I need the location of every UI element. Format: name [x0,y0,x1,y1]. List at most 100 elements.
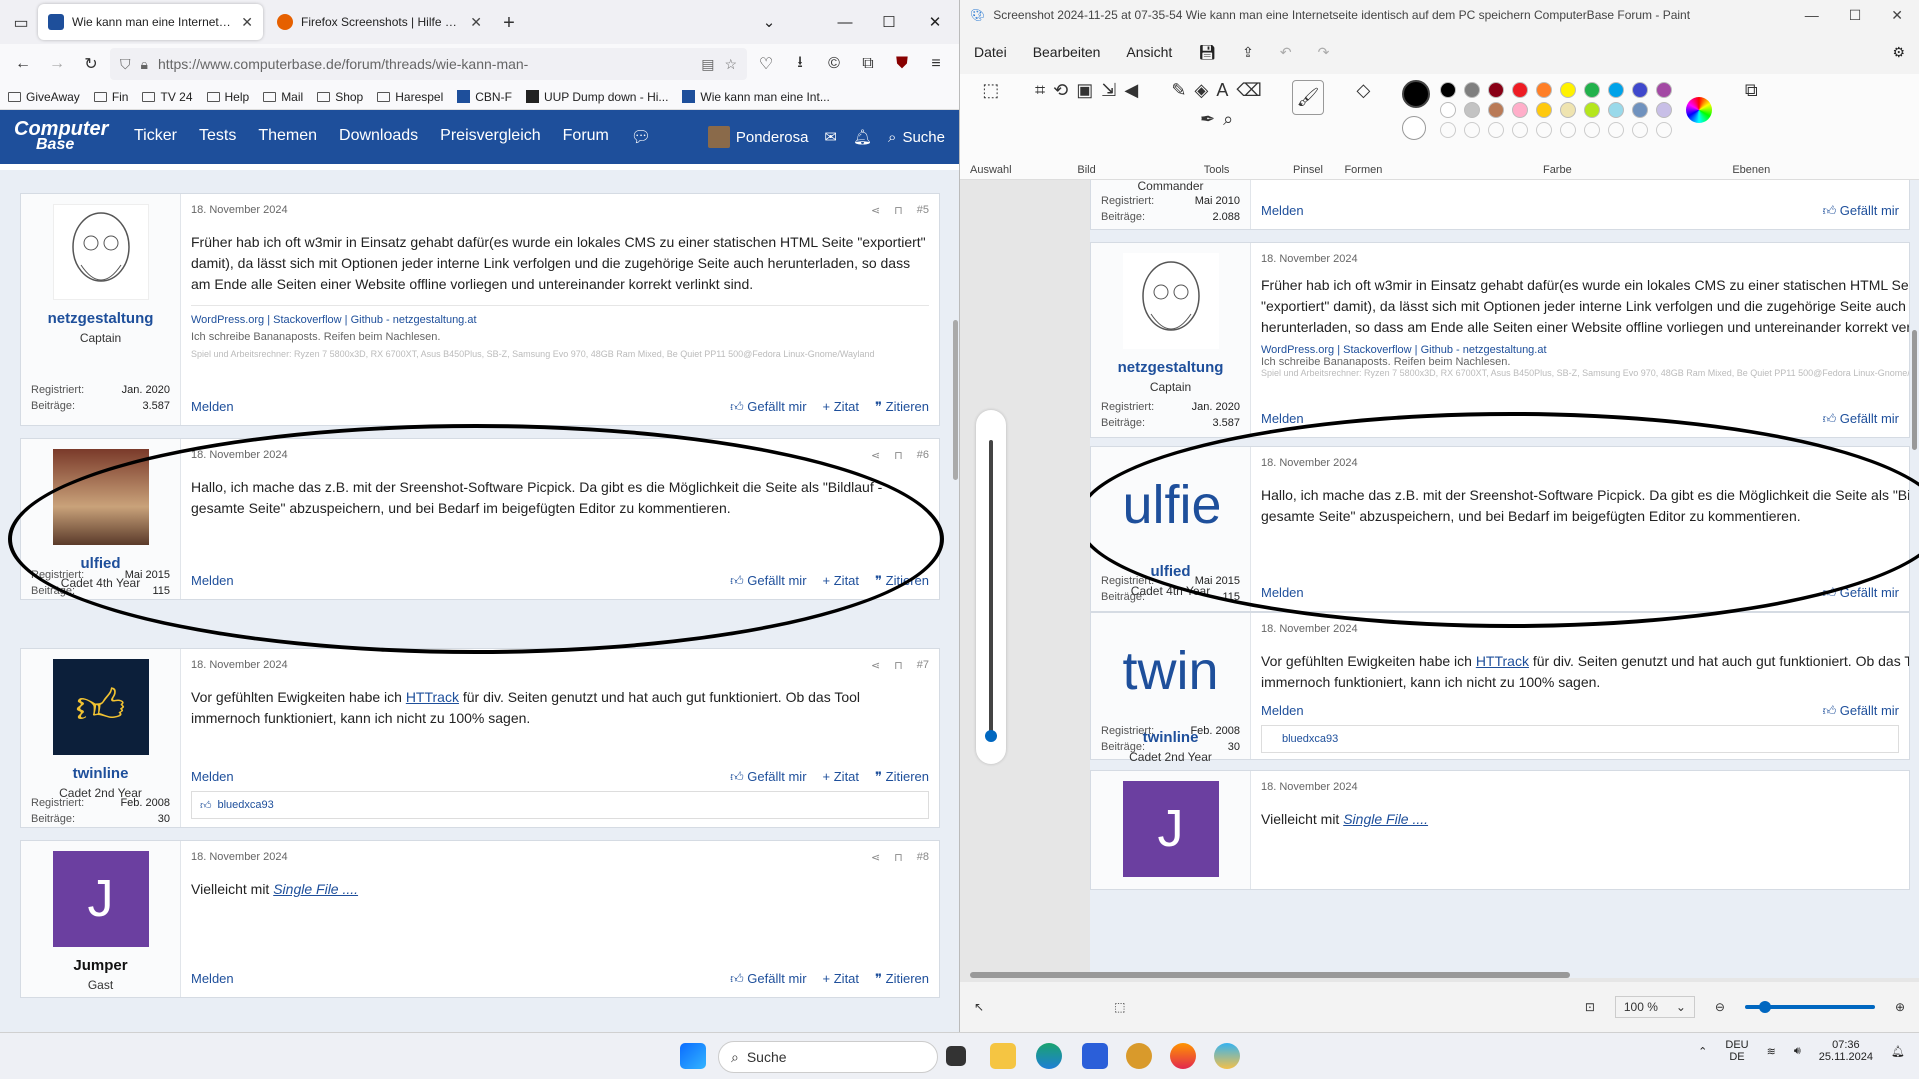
zoom-select[interactable]: 100 % ⌄ [1614,996,1695,1018]
account-icon[interactable]: © [819,49,849,79]
empty-color-swatch[interactable] [1512,122,1529,138]
post-number[interactable]: #5 [917,204,929,217]
secondary-color-swatch[interactable] [1402,116,1427,140]
bookmark-icon[interactable]: ⊓ [894,659,903,672]
bookmark-help[interactable]: Help [206,90,249,104]
share-icon[interactable]: ⇪ [1242,44,1254,61]
start-icon[interactable] [680,1043,706,1069]
rotate-icon[interactable]: ⟲ [1053,80,1068,101]
settings-icon[interactable]: ⚙ [1892,44,1905,61]
color-swatch[interactable] [1488,82,1505,98]
close-window-icon[interactable]: ✕ [1891,7,1903,24]
color-swatch[interactable] [1584,102,1601,118]
paint-icon[interactable] [1214,1043,1240,1069]
quote-button[interactable]: ❞ Zitieren [875,971,929,987]
color-swatch[interactable] [1560,82,1577,98]
bookmark-mail[interactable]: Mail [263,90,303,104]
menu-icon[interactable]: ≡ [921,49,951,79]
volume-icon[interactable]: 🔊︎ [1794,1045,1801,1058]
zoom-slider-thumb[interactable] [1758,1001,1771,1013]
zoom-out-icon[interactable]: ⊖ [1715,1000,1725,1014]
shapes-icon[interactable]: ◇ [1356,80,1370,101]
close-tab-icon[interactable]: ✕ [241,14,253,31]
user-menu[interactable]: Ponderosa [707,126,808,148]
language-indicator[interactable]: DEU DE [1725,1039,1748,1063]
report-button[interactable]: Melden [191,399,234,415]
color-swatch[interactable] [1536,102,1553,118]
close-window-icon[interactable]: ✕ [912,0,958,44]
quote-plus-button[interactable]: + Zitat [823,399,860,415]
redo-icon[interactable]: ↷ [1318,44,1330,61]
minimize-icon[interactable]: — [1805,7,1819,24]
color-swatch[interactable] [1536,82,1553,98]
reload-icon[interactable]: ↻ [76,49,106,79]
single-file-link[interactable]: Single File .... [273,881,358,897]
empty-color-swatch[interactable] [1464,122,1481,138]
signature-links[interactable]: WordPress.org | Stackoverflow | Github -… [191,314,477,326]
report-button[interactable]: Melden [191,769,234,785]
color-swatch[interactable] [1440,82,1457,98]
post-date[interactable]: 18. November 2024 [191,851,929,863]
color-swatch[interactable] [1440,102,1457,118]
maximize-icon[interactable]: ☐ [1849,7,1862,24]
color-swatch[interactable] [1632,82,1649,98]
menu-ansicht[interactable]: Ansicht [1126,44,1172,60]
empty-color-swatch[interactable] [1608,122,1625,138]
bookmark-fin[interactable]: Fin [93,90,128,104]
downloads-icon[interactable]: ⭳ [785,49,815,79]
undo-icon[interactable]: ↶ [1280,44,1292,61]
shield-icon[interactable]: ⛉ [120,56,131,73]
pencil-icon[interactable]: ✎ [1171,80,1186,101]
post-number[interactable]: #7 [917,659,929,672]
vertical-scrollbar[interactable] [1912,330,1917,450]
layers-icon[interactable]: ⧉ [1745,80,1758,101]
edge-icon[interactable] [1036,1043,1062,1069]
share-icon[interactable]: ⋖ [871,851,880,864]
empty-color-swatch[interactable] [1560,122,1577,138]
color-swatch[interactable] [1608,82,1625,98]
menu-bearbeiten[interactable]: Bearbeiten [1033,44,1101,60]
color-swatch[interactable] [1488,102,1505,118]
post-number[interactable]: #6 [917,449,929,462]
author-name[interactable]: netzgestaltung [29,310,172,327]
quote-button[interactable]: ❞ Zitieren [875,399,929,415]
close-tab-icon[interactable]: ✕ [470,14,482,31]
lock-icon[interactable]: 🔒︎ [141,56,148,73]
color-swatch[interactable] [1632,102,1649,118]
slider-thumb[interactable] [985,730,997,742]
back-icon[interactable]: ← [8,49,38,79]
selection-icon[interactable]: ⬚ [982,80,999,101]
color-picker-icon[interactable]: ✒ [1200,109,1215,130]
httrack-link[interactable]: HTTrack [406,689,459,705]
nav-ticker[interactable]: Ticker [134,127,177,147]
fill-icon[interactable]: ◈ [1194,80,1208,101]
clock[interactable]: 07:36 25.11.2024 [1819,1039,1873,1063]
zoom-slider[interactable] [1744,1001,1875,1013]
bookmark-uup[interactable]: UUP Dump down - Hi... [525,90,668,104]
vertical-zoom-slider[interactable] [976,410,1006,764]
wifi-icon[interactable]: ≋ [1767,1045,1776,1058]
resize-icon[interactable]: ⇲ [1101,80,1116,101]
report-button[interactable]: Melden [191,971,234,987]
url-bar[interactable]: ⛉ 🔒︎ https://www.computerbase.de/forum/t… [110,48,747,80]
avatar[interactable] [52,204,149,300]
color-swatch[interactable] [1464,102,1481,118]
post-date[interactable]: 18. November 2024 [191,204,929,216]
bookmark-giveaway[interactable]: GiveAway [8,90,80,104]
task-view-icon[interactable] [946,1046,966,1066]
like-button[interactable]: 👍︎ Gefällt mir [730,971,806,987]
empty-color-swatch[interactable] [1584,122,1601,138]
chat-icon[interactable]: 💬︎ [631,127,651,147]
taskbar-search[interactable]: ⌕ Suche [718,1041,938,1073]
image-canvas[interactable]: Commander Registriert: Mai 2010 Beiträge:… [1090,180,1919,978]
bell-icon[interactable]: 🔔︎ [853,128,872,146]
minimize-icon[interactable]: — [822,0,868,44]
empty-color-swatch[interactable] [1536,122,1553,138]
nav-preisvergleich[interactable]: Preisvergleich [440,127,540,147]
fit-to-window-icon[interactable]: ⊡ [1585,1000,1595,1014]
bookmark-icon[interactable]: ⊓ [894,204,903,217]
color-swatch[interactable] [1512,82,1529,98]
like-button[interactable]: 👍︎ Gefällt mir [730,399,806,415]
reaction-user[interactable]: bluedxca93 [218,799,274,811]
color-swatch[interactable] [1560,102,1577,118]
